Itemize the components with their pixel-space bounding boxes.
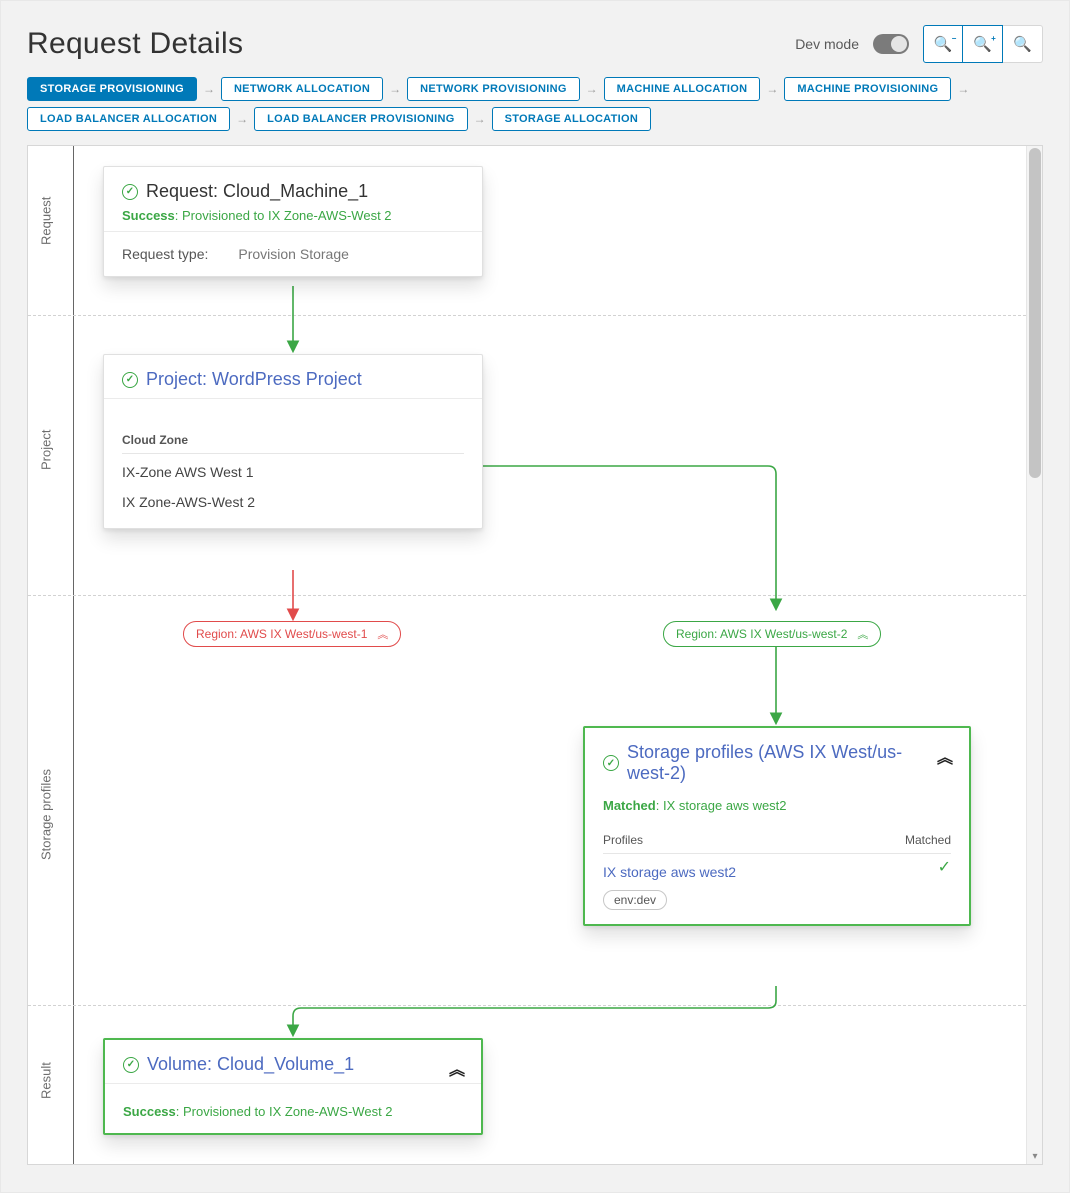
collapse-icon[interactable]: ︽ xyxy=(449,1056,465,1080)
vertical-scrollbar[interactable]: ▾ xyxy=(1026,146,1042,1164)
row-label-project: Project xyxy=(39,442,54,470)
dev-mode-label: Dev mode xyxy=(795,36,859,52)
chevron-up-icon: ︽ xyxy=(857,626,868,642)
result-card-title: Volume: Cloud_Volume_1 xyxy=(147,1054,354,1075)
matched-pre: Matched xyxy=(603,798,656,813)
col-matched: Matched xyxy=(905,833,951,847)
breadcrumb-step[interactable]: NETWORK ALLOCATION xyxy=(221,77,383,101)
breadcrumb-step[interactable]: LOAD BALANCER PROVISIONING xyxy=(254,107,467,131)
cloud-zone-header: Cloud Zone xyxy=(122,433,464,454)
request-card-title: Request: Cloud_Machine_1 xyxy=(146,181,368,202)
profile-name: IX storage aws west2 xyxy=(603,854,736,880)
chevron-up-icon: ︽ xyxy=(377,626,388,642)
region-us-west-2-pill[interactable]: Region: AWS IX West/us-west-2 ︽ xyxy=(663,621,881,647)
result-status-pre: Success xyxy=(123,1104,176,1119)
project-card-title: Project: WordPress Project xyxy=(146,369,362,390)
request-card[interactable]: ✓ Request: Cloud_Machine_1 Success: Prov… xyxy=(103,166,483,277)
breadcrumb-separator: → xyxy=(957,82,969,96)
dev-mode-toggle[interactable] xyxy=(873,34,909,54)
row-label-request: Request xyxy=(39,217,54,245)
project-card[interactable]: ✓ Project: WordPress Project Cloud Zone … xyxy=(103,354,483,529)
region-pill-label: Region: AWS IX West/us-west-2 xyxy=(676,627,847,641)
breadcrumb-step[interactable]: LOAD BALANCER ALLOCATION xyxy=(27,107,230,131)
breadcrumb-separator: → xyxy=(586,82,598,96)
region-pill-label: Region: AWS IX West/us-west-1 xyxy=(196,627,367,641)
request-status-pre: Success xyxy=(122,208,175,223)
zoom-in-button[interactable]: 🔍+ xyxy=(963,25,1003,63)
breadcrumb-separator: → xyxy=(236,112,248,126)
col-profiles: Profiles xyxy=(603,833,643,847)
row-label-profiles: Storage profiles xyxy=(39,832,54,860)
result-card[interactable]: ︽ ✓ Volume: Cloud_Volume_1 Success: Prov… xyxy=(103,1038,483,1135)
magnifier-plus-icon: 🔍+ xyxy=(973,35,992,53)
check-circle-icon: ✓ xyxy=(603,755,619,771)
scroll-down-icon[interactable]: ▾ xyxy=(1030,1152,1040,1162)
storage-profiles-card[interactable]: ︽ ✓ Storage profiles (AWS IX West/us-wes… xyxy=(583,726,971,926)
breadcrumb-separator: → xyxy=(474,112,486,126)
check-icon: ✓ xyxy=(938,857,951,877)
matched-value: IX storage aws west2 xyxy=(663,798,787,813)
breadcrumb-step[interactable]: STORAGE ALLOCATION xyxy=(492,107,652,131)
breadcrumb-step[interactable]: STORAGE PROVISIONING xyxy=(27,77,197,101)
zoom-reset-button[interactable]: 🔍 xyxy=(1003,25,1043,63)
page-title: Request Details xyxy=(27,27,243,61)
check-circle-icon: ✓ xyxy=(123,1057,139,1073)
zoom-out-button[interactable]: 🔍− xyxy=(923,25,963,63)
check-circle-icon: ✓ xyxy=(122,184,138,200)
request-type-value: Provision Storage xyxy=(238,246,349,262)
breadcrumb-separator: → xyxy=(203,82,215,96)
breadcrumb-separator: → xyxy=(766,82,778,96)
magnifier-minus-icon: 🔍− xyxy=(934,35,953,53)
breadcrumb-step[interactable]: MACHINE ALLOCATION xyxy=(604,77,761,101)
cloud-zone-item: IX Zone-AWS-West 2 xyxy=(122,484,464,514)
request-status-msg: Provisioned to IX Zone-AWS-West 2 xyxy=(182,208,392,223)
collapse-icon[interactable]: ︽ xyxy=(937,744,953,768)
scrollbar-thumb[interactable] xyxy=(1029,148,1041,478)
magnifier-icon: 🔍 xyxy=(1013,35,1032,53)
profile-tag: env:dev xyxy=(603,890,667,910)
cloud-zone-item: IX-Zone AWS West 1 xyxy=(122,454,464,484)
check-circle-icon: ✓ xyxy=(122,372,138,388)
breadcrumb-separator: → xyxy=(389,82,401,96)
breadcrumb-step[interactable]: NETWORK PROVISIONING xyxy=(407,77,580,101)
provisioning-step-tabs: STORAGE PROVISIONING → NETWORK ALLOCATION →… xyxy=(27,77,1043,131)
storage-profiles-title: Storage profiles (AWS IX West/us-west-2) xyxy=(627,742,927,784)
row-label-result: Result xyxy=(39,1071,54,1099)
region-us-west-1-pill[interactable]: Region: AWS IX West/us-west-1 ︽ xyxy=(183,621,401,647)
result-status-msg: Provisioned to IX Zone-AWS-West 2 xyxy=(183,1104,393,1119)
breadcrumb-step[interactable]: MACHINE PROVISIONING xyxy=(784,77,951,101)
request-type-label: Request type: xyxy=(122,246,208,262)
